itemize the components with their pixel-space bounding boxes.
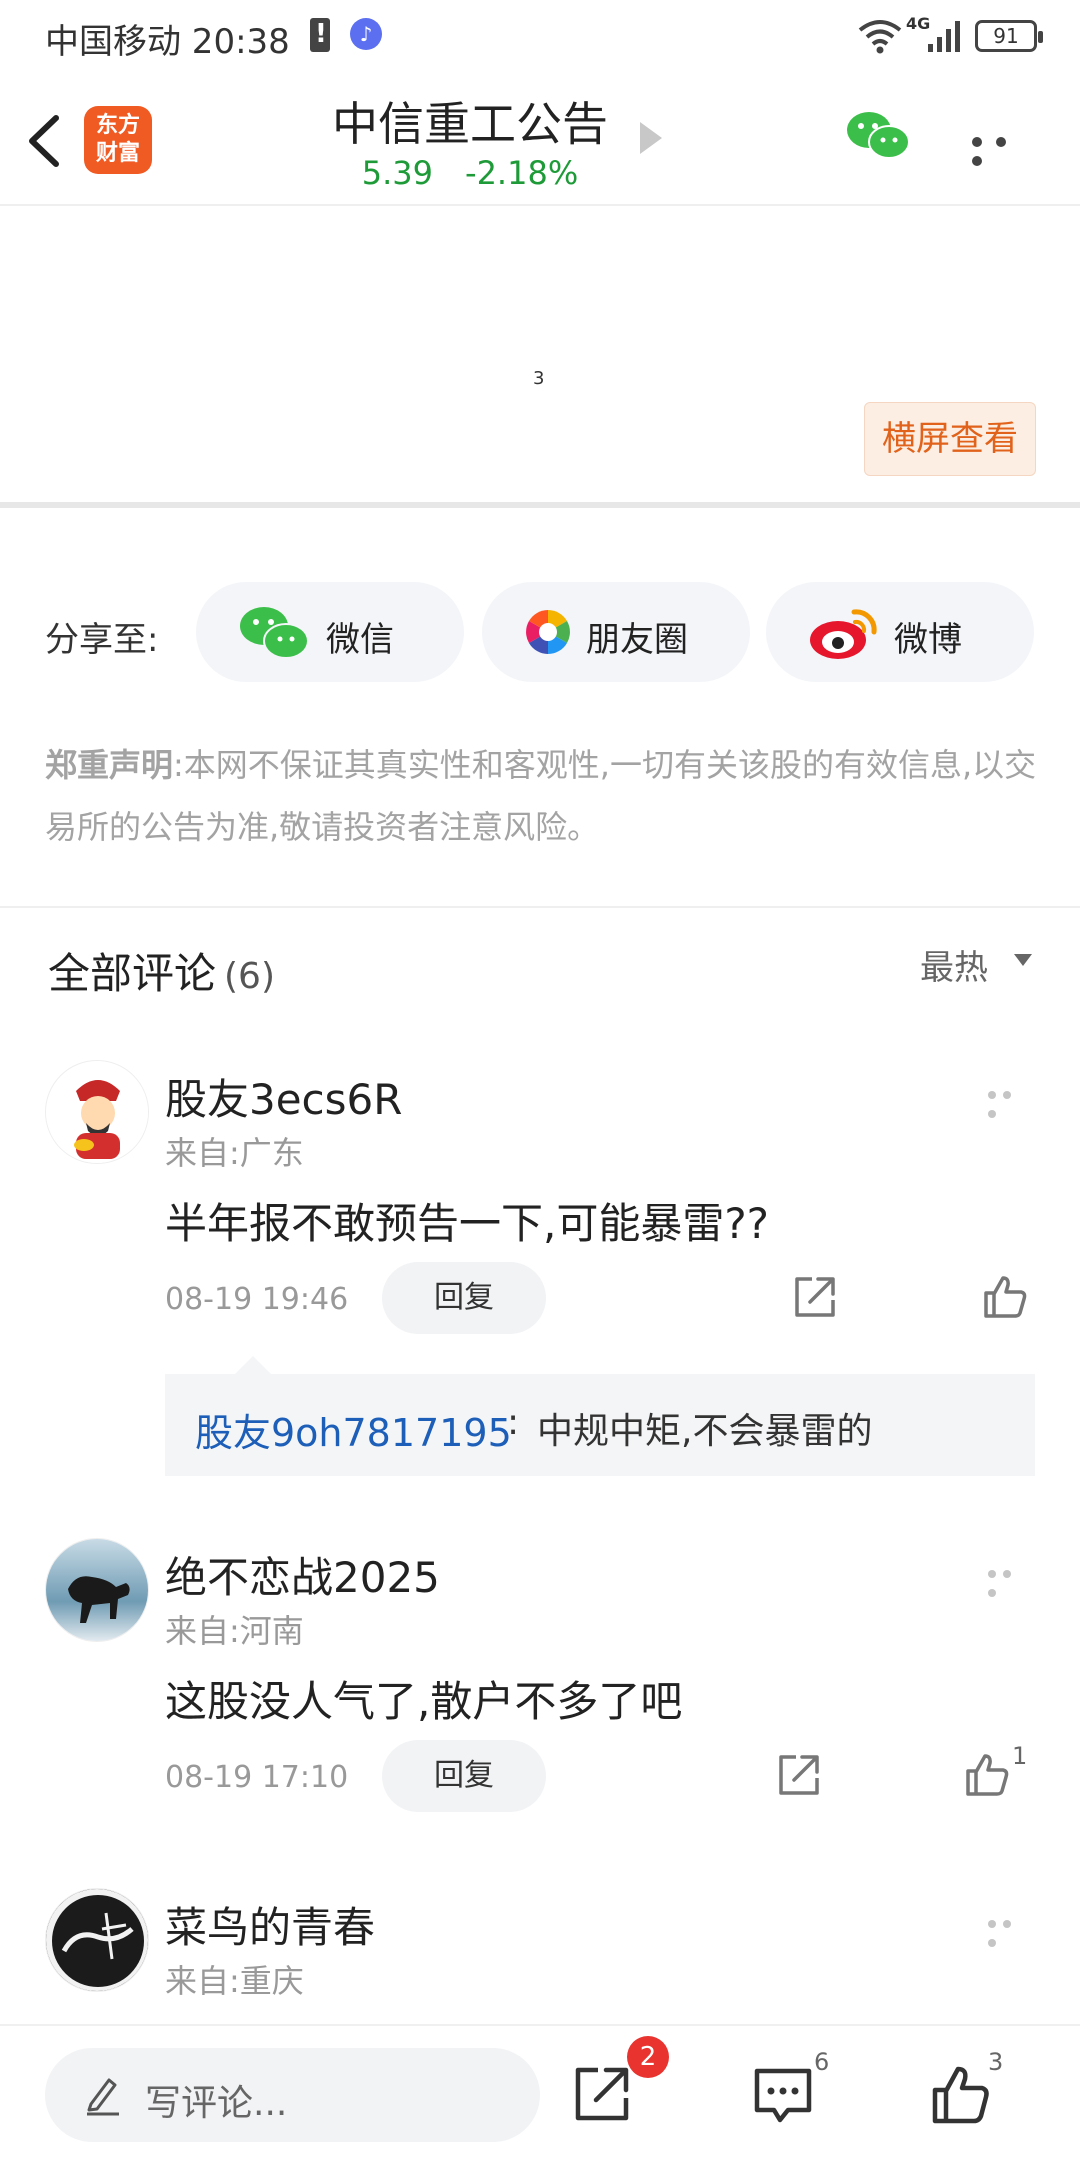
- stock-price: 5.39: [361, 154, 434, 192]
- sub-reply-username[interactable]: 股友9oh7817195: [195, 1402, 512, 1457]
- avatar[interactable]: [45, 1888, 149, 1992]
- signal-icon: [928, 21, 960, 52]
- divider: [0, 502, 1080, 508]
- share-icon[interactable]: [776, 1752, 822, 1798]
- bottom-bar: 写评论... 2 6 3: [0, 2024, 1080, 2160]
- alert-icon: [310, 18, 330, 52]
- status-bar: 中国移动 20:38 ♪ 4G 91: [0, 0, 1080, 72]
- wechat-icon: [240, 607, 309, 659]
- share-label: 分享至:: [45, 620, 159, 660]
- comment-location: 来自:河南: [165, 1612, 304, 1650]
- divider: [0, 906, 1080, 908]
- comments-title-text: 全部评论: [48, 949, 217, 998]
- share-moments-button[interactable]: 朋友圈: [482, 582, 750, 682]
- reply-button[interactable]: 回复: [382, 1262, 546, 1334]
- comment-location: 来自:广东: [165, 1134, 304, 1172]
- avatar-horse-icon: [46, 1539, 148, 1641]
- share-wechat-button[interactable]: 微信: [196, 582, 464, 682]
- comment-icon[interactable]: [752, 2066, 814, 2126]
- landscape-view-button[interactable]: 横屏查看: [864, 402, 1036, 476]
- disclaimer: 郑重声明:本网不保证其真实性和客观性,一切有关该股的有效信息,以交易所的公告为准…: [45, 734, 1045, 858]
- music-icon: ♪: [350, 18, 382, 50]
- comment-count: 6: [814, 2048, 830, 2076]
- comments-count: (6): [224, 956, 276, 997]
- page-title: 中信重工公告: [332, 97, 608, 151]
- comment-more-icon[interactable]: [988, 1563, 1032, 1597]
- avatar-calligraphy-icon: [46, 1889, 148, 1991]
- write-comment-input[interactable]: 写评论...: [45, 2048, 540, 2142]
- share-icon[interactable]: [792, 1274, 838, 1320]
- comment-more-icon[interactable]: [988, 1913, 1032, 1947]
- like-icon[interactable]: [964, 1752, 1010, 1798]
- disclaimer-heading: 郑重声明: [45, 746, 174, 784]
- sort-dropdown[interactable]: 最热: [920, 940, 988, 989]
- disclaimer-text: :本网不保证其真实性和客观性,一切有关该股的有效信息,以交易所的公告为准,敬请投…: [45, 746, 1037, 846]
- wifi-icon: [858, 20, 902, 54]
- stock-quote: 5.39 -2.18%: [0, 154, 940, 192]
- play-arrow-icon[interactable]: [640, 122, 662, 154]
- header-bar: 东方 财富 中信重工公告 5.39 -2.18%: [0, 72, 1080, 206]
- reply-button[interactable]: 回复: [382, 1740, 546, 1812]
- page-number: 3: [533, 368, 545, 389]
- like-count: 1: [1012, 1742, 1028, 1770]
- comment-username[interactable]: 股友3ecs6R: [165, 1066, 402, 1127]
- carrier-time: 中国移动 20:38: [45, 22, 290, 62]
- dropdown-arrow-icon[interactable]: [1014, 954, 1032, 966]
- comment-username[interactable]: 绝不恋战2025: [165, 1544, 440, 1605]
- pencil-icon: [87, 2078, 119, 2116]
- sub-reply-separator: :: [507, 1402, 520, 1443]
- avatar-caishen-icon: [46, 1061, 148, 1163]
- comment-time: 08-19 19:46: [165, 1282, 349, 1317]
- screen: 中国移动 20:38 ♪ 4G 91 东方 财富 中信重工公告: [0, 0, 1080, 2160]
- comments-title: 全部评论 (6): [48, 940, 275, 1001]
- sub-reply-text: 中规中矩,不会暴雷的: [537, 1411, 873, 1452]
- like-icon[interactable]: [982, 1274, 1028, 1320]
- comment-text: 这股没人气了,散户不多了吧: [165, 1677, 683, 1726]
- sub-reply[interactable]: 股友9oh7817195 : 中规中矩,不会暴雷的: [165, 1356, 1035, 1476]
- battery-icon: 91: [975, 20, 1043, 52]
- share-weibo-label: 微博: [894, 620, 962, 660]
- comment-username[interactable]: 菜鸟的青春: [165, 1894, 375, 1955]
- like-count: 3: [988, 2048, 1004, 2076]
- write-comment-placeholder: 写评论...: [145, 2083, 288, 2124]
- avatar[interactable]: [45, 1538, 149, 1642]
- comment-text: 半年报不敢预告一下,可能暴雷??: [165, 1199, 769, 1248]
- share-weibo-button[interactable]: 微博: [766, 582, 1034, 682]
- weibo-icon: [810, 609, 877, 659]
- comment-time: 08-19 17:10: [165, 1760, 349, 1795]
- avatar[interactable]: [45, 1060, 149, 1164]
- share-badge: 2: [627, 2036, 669, 2078]
- moments-icon: [526, 610, 570, 654]
- wechat-share-icon[interactable]: [845, 108, 911, 164]
- like-icon[interactable]: [930, 2064, 992, 2126]
- stock-change: -2.18%: [465, 154, 579, 192]
- comment-more-icon[interactable]: [988, 1084, 1032, 1118]
- more-options-icon[interactable]: [972, 132, 1032, 166]
- comment-location: 来自:重庆: [165, 1962, 304, 2000]
- share-wechat-label: 微信: [326, 620, 394, 660]
- share-icon[interactable]: [572, 2064, 632, 2124]
- battery-level: 91: [993, 24, 1019, 48]
- share-moments-label: 朋友圈: [586, 620, 688, 660]
